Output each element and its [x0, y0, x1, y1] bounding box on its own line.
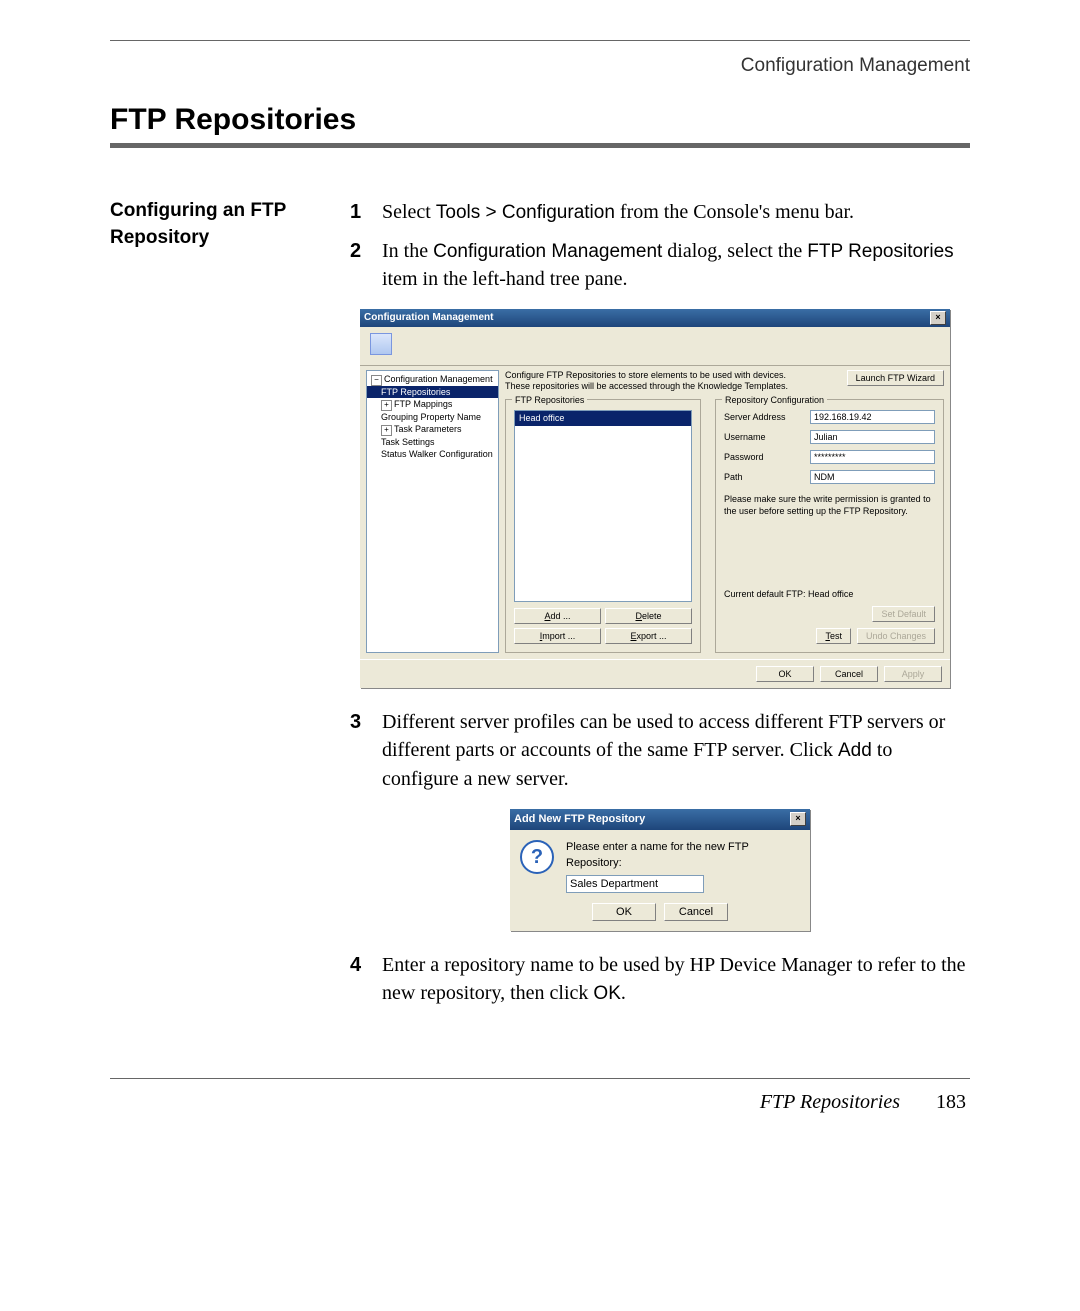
tree-item-task-settings[interactable]: Task Settings: [367, 436, 498, 448]
ok-term: OK: [593, 983, 620, 1004]
side-heading: Configuring an FTP Repository: [110, 198, 350, 1018]
tree-item-status-walker[interactable]: Status Walker Configuration: [367, 448, 498, 460]
text: Enter a repository name to be used by HP…: [382, 954, 966, 1004]
username-input[interactable]: [810, 430, 935, 444]
step-body: Select Tools > Configuration from the Co…: [382, 198, 970, 227]
path-input[interactable]: [810, 470, 935, 484]
repo-listbox[interactable]: Head office: [514, 410, 692, 602]
apply-button[interactable]: Apply: [884, 666, 942, 682]
step-1: 1 Select Tools > Configuration from the …: [350, 198, 970, 227]
text: dialog, select the: [662, 240, 807, 262]
step-body: In the Configuration Management dialog, …: [382, 237, 970, 294]
server-address-label: Server Address: [724, 411, 802, 424]
menu-path: Tools > Configuration: [436, 202, 615, 223]
repo-list-item-selected[interactable]: Head office: [515, 411, 691, 426]
set-default-button[interactable]: Set Default: [872, 606, 935, 622]
text: from the Console's menu bar.: [615, 201, 854, 223]
step-num: 4: [350, 951, 382, 1008]
dialog-titlebar[interactable]: Configuration Management ×: [360, 309, 950, 327]
password-label: Password: [724, 451, 802, 464]
footer-section: FTP Repositories: [760, 1091, 900, 1114]
tree-label: FTP Mappings: [394, 399, 452, 409]
dialog-titlebar[interactable]: Add New FTP Repository ×: [510, 809, 810, 830]
page-title: FTP Repositories: [110, 103, 970, 137]
permission-hint: Please make sure the write permission is…: [724, 494, 935, 517]
title-rule: [110, 143, 970, 148]
tree-item-grouping[interactable]: Grouping Property Name: [367, 411, 498, 423]
tree-item-ftp-mappings[interactable]: +FTP Mappings: [367, 398, 498, 411]
tree-root[interactable]: −Configuration Management: [367, 373, 498, 386]
step-body: Enter a repository name to be used by HP…: [382, 951, 970, 1008]
current-default-label: Current default FTP: Head office: [724, 588, 935, 601]
repository-name-input[interactable]: [566, 875, 704, 893]
path-label: Path: [724, 471, 802, 484]
dialog-title: Configuration Management: [364, 311, 493, 325]
question-icon: ?: [520, 840, 554, 874]
export-button[interactable]: Export ...: [605, 628, 692, 644]
text: In the: [382, 240, 433, 262]
expand-icon[interactable]: +: [381, 400, 392, 411]
text: Select: [382, 201, 436, 223]
add-button[interactable]: Add ...: [514, 608, 601, 624]
step-4: 4 Enter a repository name to be used by …: [350, 951, 970, 1008]
dialog-desc-1: Configure FTP Repositories to store elem…: [505, 370, 788, 382]
close-icon[interactable]: ×: [790, 812, 806, 826]
toolbar-icon[interactable]: [370, 333, 392, 355]
dialog-name: Configuration Management: [433, 241, 662, 262]
config-management-dialog: Configuration Management × −Configuratio…: [360, 309, 950, 688]
cancel-button[interactable]: Cancel: [820, 666, 878, 682]
dialog-toolbar: [360, 327, 950, 366]
launch-ftp-wizard-button[interactable]: Launch FTP Wizard: [847, 370, 944, 386]
step-num: 2: [350, 237, 382, 294]
password-input[interactable]: [810, 450, 935, 464]
delete-button[interactable]: Delete: [605, 608, 692, 624]
repository-configuration-group: Repository Configuration Server Address …: [715, 399, 944, 653]
expand-icon[interactable]: +: [381, 425, 392, 436]
text: item in the left-hand tree pane.: [382, 268, 627, 290]
step-2: 2 In the Configuration Management dialog…: [350, 237, 970, 294]
footer-page-number: 183: [936, 1091, 966, 1114]
undo-changes-button[interactable]: Undo Changes: [857, 628, 935, 644]
import-button[interactable]: Import ...: [514, 628, 601, 644]
collapse-icon[interactable]: −: [371, 375, 382, 386]
tree-pane[interactable]: −Configuration Management FTP Repositori…: [366, 370, 499, 653]
step-body: Different server profiles can be used to…: [382, 708, 970, 793]
tree-item-task-params[interactable]: +Task Parameters: [367, 423, 498, 436]
step-num: 3: [350, 708, 382, 793]
group-title: Repository Configuration: [722, 394, 827, 407]
username-label: Username: [724, 431, 802, 444]
dialog-footer: OK Cancel Apply: [360, 659, 950, 688]
step-num: 1: [350, 198, 382, 227]
add-new-ftp-dialog: Add New FTP Repository × ? Please enter …: [510, 809, 810, 931]
group-title: FTP Repositories: [512, 394, 587, 407]
tree-item-name: FTP Repositories: [807, 241, 953, 262]
tree-label: Configuration Management: [384, 374, 493, 384]
tree-label: Task Parameters: [394, 424, 462, 434]
dialog-desc-2: These repositories will be accessed thro…: [505, 381, 788, 393]
page-header-section: Configuration Management: [110, 55, 970, 77]
ok-button[interactable]: OK: [592, 903, 656, 921]
step-3: 3 Different server profiles can be used …: [350, 708, 970, 793]
close-icon[interactable]: ×: [930, 311, 946, 325]
server-address-input[interactable]: [810, 410, 935, 424]
text: .: [621, 982, 626, 1004]
ok-button[interactable]: OK: [756, 666, 814, 682]
prompt-text: Please enter a name for the new FTP Repo…: [566, 840, 800, 871]
ftp-repositories-group: FTP Repositories Head office Add ... Del…: [505, 399, 701, 653]
dialog-title: Add New FTP Repository: [514, 812, 645, 827]
test-button[interactable]: Test: [816, 628, 851, 644]
tree-item-ftp-repositories[interactable]: FTP Repositories: [367, 386, 498, 398]
cancel-button[interactable]: Cancel: [664, 903, 728, 921]
add-term: Add: [838, 740, 872, 761]
